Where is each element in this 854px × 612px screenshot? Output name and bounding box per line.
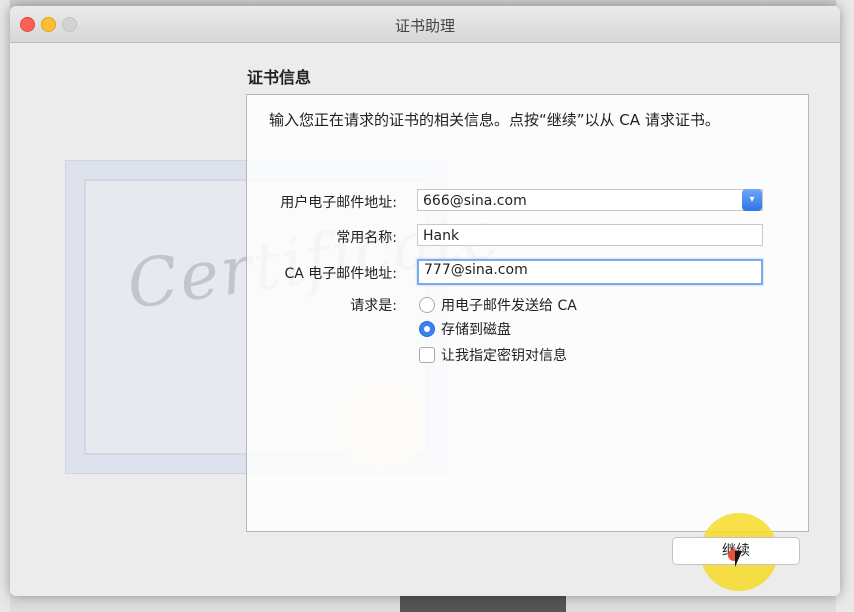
radio-email-to-ca-label[interactable]: 用电子邮件发送给 CA: [441, 295, 577, 315]
radio-save-to-disk[interactable]: [419, 321, 435, 337]
common-name-field[interactable]: Hank: [417, 224, 763, 246]
user-email-label: 用户电子邮件地址:: [280, 195, 397, 211]
ca-email-label: CA 电子邮件地址:: [284, 266, 397, 282]
mouse-pointer-icon: [735, 551, 742, 567]
specify-key-pair-label[interactable]: 让我指定密钥对信息: [441, 345, 567, 365]
request-label: 请求是:: [350, 298, 397, 314]
section-title: 证书信息: [247, 68, 312, 87]
radio-save-to-disk-label[interactable]: 存储到磁盘: [441, 319, 511, 339]
ca-email-value: 777@sina.com: [424, 262, 528, 278]
user-email-value: 666@sina.com: [423, 193, 527, 209]
intro-text: 输入您正在请求的证书的相关信息。点按“继续”以从 CA 请求证书。: [269, 111, 720, 129]
title-bar: 证书助理: [10, 6, 840, 43]
chevron-down-icon[interactable]: ▾: [742, 189, 762, 211]
background-window-left: [0, 0, 10, 612]
background-dock-area: [400, 596, 566, 612]
common-name-label: 常用名称:: [336, 230, 397, 246]
user-email-combobox[interactable]: 666@sina.com ▾: [417, 189, 763, 211]
certificate-assistant-window: 证书助理 Certificate 证书信息 输入您正在请求的证书的相关信息。点按…: [10, 6, 840, 596]
form-panel: 输入您正在请求的证书的相关信息。点按“继续”以从 CA 请求证书。 用户电子邮件…: [246, 94, 809, 532]
window-title: 证书助理: [394, 17, 455, 35]
ca-email-field[interactable]: 777@sina.com: [417, 259, 763, 285]
specify-key-pair-checkbox[interactable]: [419, 347, 435, 363]
radio-email-to-ca[interactable]: [419, 297, 435, 313]
common-name-value: Hank: [423, 228, 460, 244]
